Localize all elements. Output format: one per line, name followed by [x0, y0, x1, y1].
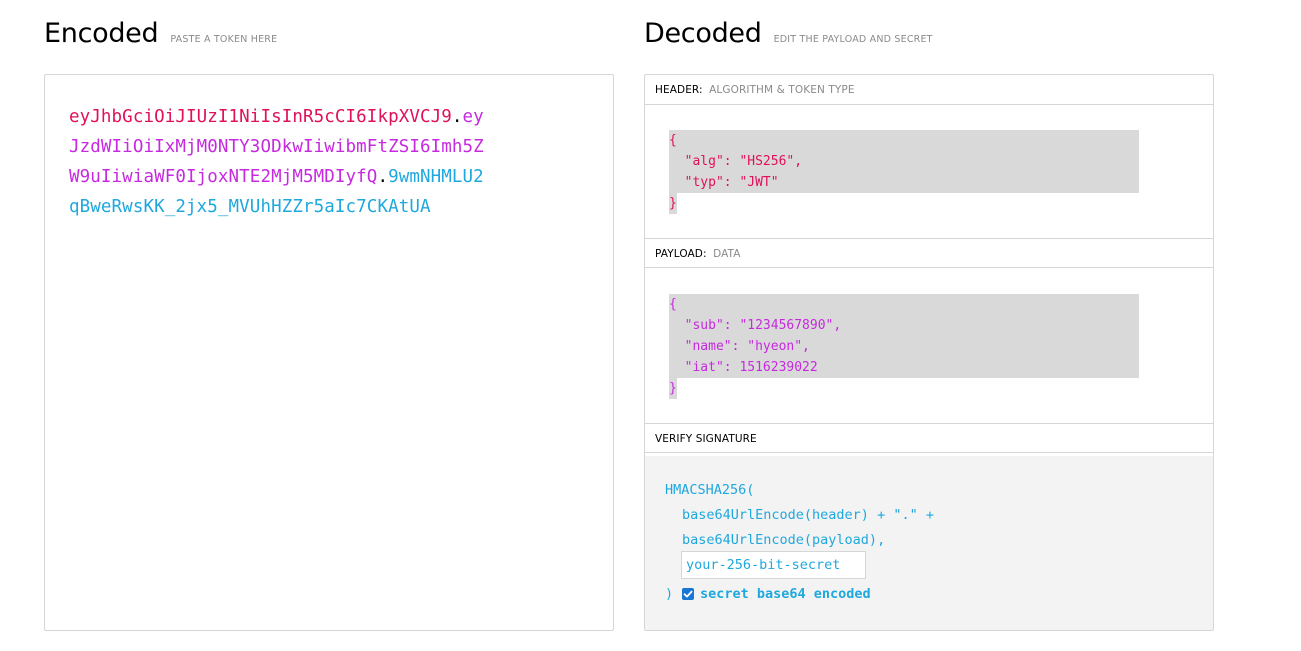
token-line: qBweRwsKK_2jx5_MVUhHZZr5aIc7CKAtUA — [69, 192, 549, 222]
encoded-title: Encoded — [44, 18, 159, 49]
decoded-title: Decoded — [644, 18, 762, 49]
encoded-token-editor[interactable]: eyJhbGciOiJIUzI1NiIsInR5cCI6IkpXVCJ9.ey J… — [44, 74, 614, 631]
secret-input[interactable] — [681, 551, 866, 579]
encoded-subtitle: PASTE A TOKEN HERE — [170, 34, 278, 45]
json-line: "typ": "JWT" — [669, 172, 1139, 193]
decoded-subtitle: EDIT THE PAYLOAD AND SECRET — [773, 34, 933, 45]
json-line: "name": "hyeon", — [669, 336, 1139, 357]
hmac-close: ) — [665, 586, 674, 602]
json-line: "iat": 1516239022 — [669, 357, 1139, 378]
token-payload-segment: W9uIiwiaWF0IjoxNTE2MjM5MDIyfQ — [69, 167, 378, 187]
base64-secret-label[interactable]: secret base64 encoded — [700, 584, 871, 604]
json-line: { — [669, 130, 1139, 151]
token-sig-segment: 9wmNHMLU2 — [388, 167, 484, 187]
token-line: JzdWIiOiIxMjM0NTY3ODkwIiwibmFtZSI6Imh5Z — [69, 132, 549, 162]
header-sublabel: ALGORITHM & TOKEN TYPE — [709, 84, 855, 96]
encoded-heading: Encoded PASTE A TOKEN HERE — [44, 18, 277, 50]
json-line: } — [669, 193, 1139, 214]
payload-section-title: PAYLOAD: DATA — [645, 238, 1213, 268]
token-line: W9uIiwiaWF0IjoxNTE2MjM5MDIyfQ.9wmNHMLU2 — [69, 162, 549, 192]
hmac-header-line: base64UrlEncode(header) + "." + — [682, 507, 934, 523]
checkmark-icon — [683, 590, 693, 598]
verify-section-title: VERIFY SIGNATURE — [645, 423, 1213, 453]
json-line: { — [669, 294, 1139, 315]
json-line: "sub": "1234567890", — [669, 315, 1139, 336]
token-sig-segment: qBweRwsKK_2jx5_MVUhHZZr5aIc7CKAtUA — [69, 197, 431, 217]
payload-json-editor[interactable]: { "sub": "1234567890", "name": "hyeon", … — [669, 294, 1139, 399]
token-dot-segment: . — [377, 167, 389, 187]
verify-signature-area: HMACSHA256( base64UrlEncode(header) + "."… — [645, 456, 1213, 630]
decoded-heading: Decoded EDIT THE PAYLOAD AND SECRET — [644, 18, 933, 50]
json-line: } — [669, 378, 1139, 399]
header-json-editor[interactable]: { "alg": "HS256", "typ": "JWT"} — [669, 130, 1139, 214]
verify-label: VERIFY SIGNATURE — [655, 433, 757, 445]
base64-secret-checkbox[interactable] — [682, 588, 694, 600]
token-payload-segment: JzdWIiOiIxMjM0NTY3ODkwIiwibmFtZSI6Imh5Z — [69, 137, 484, 157]
decoded-box: HEADER: ALGORITHM & TOKEN TYPE { "alg": … — [644, 74, 1214, 631]
token-payload-segment: ey — [462, 107, 484, 127]
json-closing-brace: } — [669, 193, 677, 214]
token-dot-segment: . — [451, 107, 463, 127]
signature-code: HMACSHA256( base64UrlEncode(header) + "."… — [665, 478, 934, 553]
payload-sublabel: DATA — [713, 248, 741, 260]
encoded-token-text[interactable]: eyJhbGciOiJIUzI1NiIsInR5cCI6IkpXVCJ9.ey J… — [69, 102, 549, 222]
header-label: HEADER: — [655, 84, 703, 96]
payload-label: PAYLOAD: — [655, 248, 707, 260]
hmac-open: HMACSHA256( — [665, 482, 755, 498]
token-header-segment: eyJhbGciOiJIUzI1NiIsInR5cCI6IkpXVCJ9 — [69, 107, 452, 127]
hmac-payload-line: base64UrlEncode(payload), — [682, 532, 886, 548]
token-line: eyJhbGciOiJIUzI1NiIsInR5cCI6IkpXVCJ9.ey — [69, 102, 549, 132]
json-line: "alg": "HS256", — [669, 151, 1139, 172]
header-section-title: HEADER: ALGORITHM & TOKEN TYPE — [645, 75, 1213, 105]
json-closing-brace: } — [669, 378, 677, 399]
